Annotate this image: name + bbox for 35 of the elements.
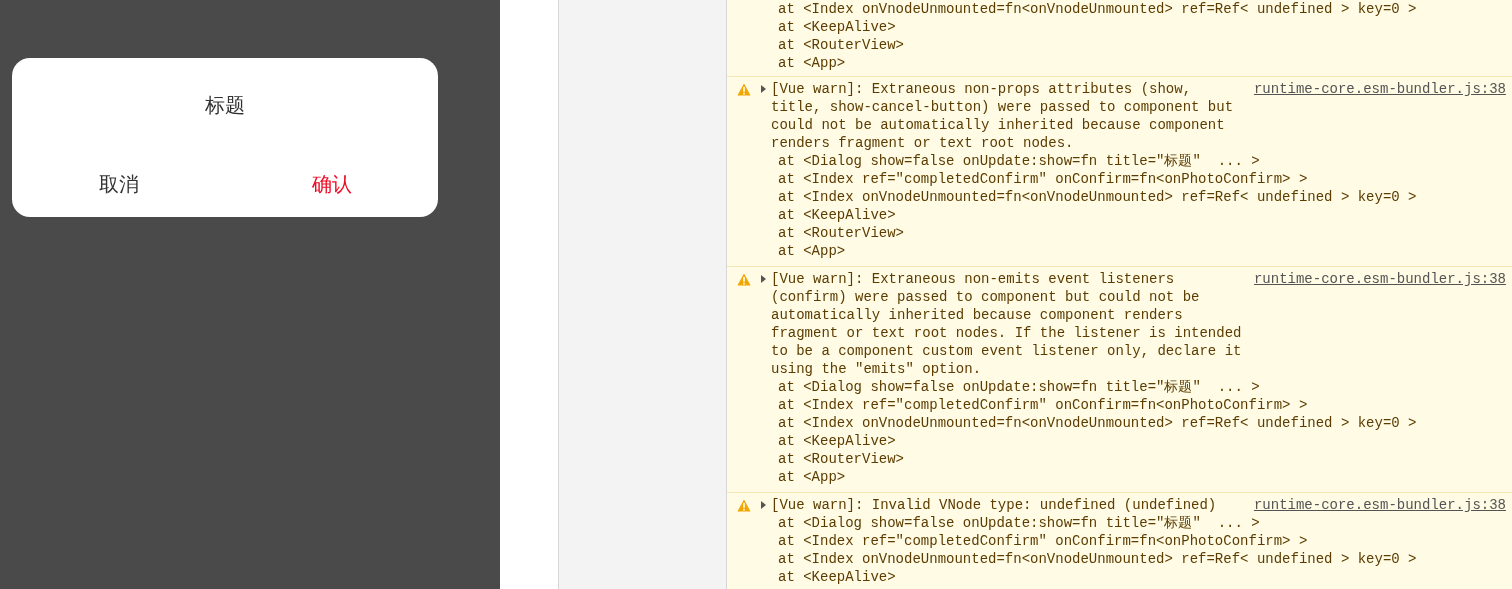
source-link[interactable]: runtime-core.esm-bundler.js:38 — [1253, 496, 1506, 514]
stack-trace-line: at <KeepAlive> — [777, 206, 896, 224]
stack-trace-line: at <App> — [777, 242, 846, 260]
stack-trace-line: at <Dialog show=false onUpdate:show=fn title="标题" ... > — [777, 514, 1260, 532]
warning-icon — [737, 83, 751, 96]
expand-triangle-icon[interactable] — [760, 85, 768, 93]
stack-trace-line: at <Index ref="completedConfirm" onConfirm=fn<onPhotoConfirm> > — [777, 396, 1308, 414]
stack-trace-line: at <Index ref="completedConfirm" onConfirm=fn<onPhotoConfirm> > — [777, 532, 1308, 550]
stack-trace-line: at <KeepAlive> — [777, 18, 896, 36]
source-link[interactable]: runtime-core.esm-bundler.js:38 — [1253, 80, 1506, 98]
stack-trace-line: at <Dialog show=false onUpdate:show=fn title="标题" ... > — [777, 378, 1260, 396]
stack-trace-line: at <Dialog show=false onUpdate:show=fn title="标题" ... > — [777, 152, 1260, 170]
warning-message: [Vue warn]: Extraneous non-props attributes (show, title, show-cancel-button) were passed to component but could not be automatically inherited because component renders fragment or text root nodes. — [771, 80, 1235, 152]
stack-trace-line: at <KeepAlive> — [777, 432, 896, 450]
warning-icon — [737, 273, 751, 286]
stack-trace-line: at <Index ref="completedConfirm" onConfirm=fn<onPhotoConfirm> > — [777, 170, 1308, 188]
warning-message: [Vue warn]: Invalid VNode type: undefined (undefined) — [771, 496, 1218, 514]
expand-triangle-icon[interactable] — [760, 275, 768, 283]
stack-trace-line: at <KeepAlive> — [777, 568, 896, 586]
stack-trace-line: at <App> — [777, 54, 846, 72]
stack-trace-line: at <RouterView> — [777, 36, 905, 54]
expand-triangle-icon[interactable] — [760, 501, 768, 509]
stack-trace-line: at <App> — [777, 468, 846, 486]
source-link[interactable]: runtime-core.esm-bundler.js:38 — [1253, 270, 1506, 288]
cancel-button[interactable]: 取消 — [12, 167, 225, 201]
warning-message: [Vue warn]: Extraneous non-emits event listeners (confirm) were passed to component but could not be automatically inherited because component renders fragment or text root nodes. If the listener is intended to be a component custom event listener only, declare it using the "emits" option. — [771, 270, 1242, 378]
stack-trace-line: at <RouterView> — [777, 450, 905, 468]
stack-trace-line: at <Index onVnodeUnmounted=fn<onVnodeUnmounted> ref=Ref< undefined > key=0 > — [777, 0, 1417, 18]
dialog-title: 标题 — [205, 93, 245, 118]
stack-trace-line: at <Index onVnodeUnmounted=fn<onVnodeUnmounted> ref=Ref< undefined > key=0 > — [777, 188, 1417, 206]
stack-trace-line: at <Index onVnodeUnmounted=fn<onVnodeUnmounted> ref=Ref< undefined > key=0 > — [777, 550, 1417, 568]
confirm-button[interactable]: 确认 — [225, 167, 438, 201]
warning-icon — [737, 499, 751, 512]
stack-trace-line: at <Index onVnodeUnmounted=fn<onVnodeUnmounted> ref=Ref< undefined > key=0 > — [777, 414, 1417, 432]
stack-trace-line: at <RouterView> — [777, 224, 905, 242]
